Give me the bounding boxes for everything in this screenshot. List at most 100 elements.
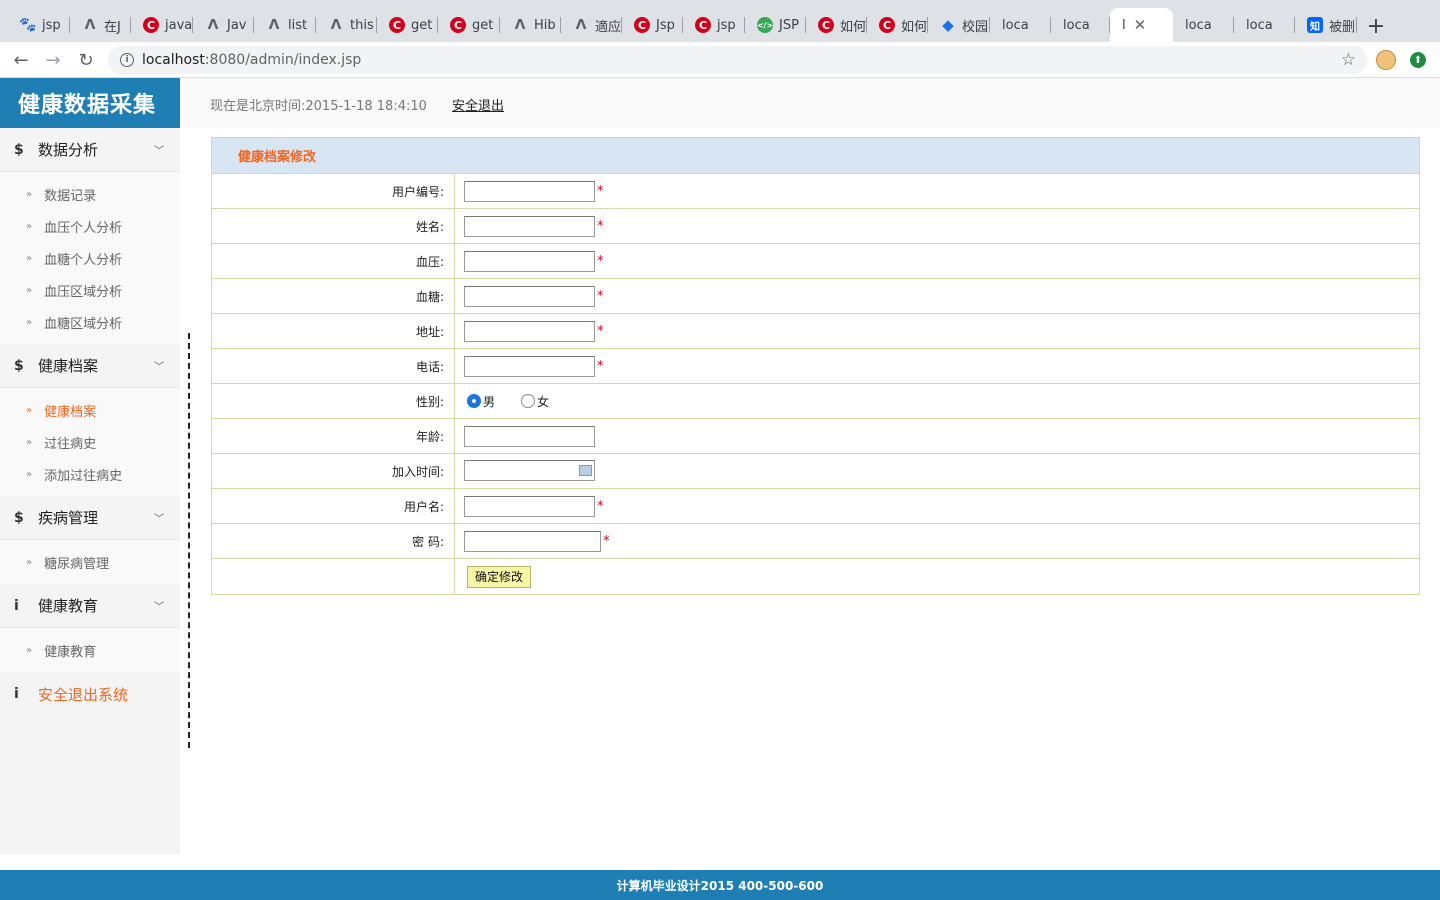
dollar-icon: $ <box>14 509 24 526</box>
chevron-down-icon[interactable]: ﹀ <box>154 142 164 157</box>
sidebar-exit-system[interactable]: i 安全退出系统 <box>0 672 180 716</box>
double-chevron-right-icon: » <box>26 404 33 416</box>
info-icon: i <box>14 597 19 614</box>
browser-tab-title: jsp <box>42 17 61 33</box>
username-input[interactable] <box>464 495 595 517</box>
double-chevron-right-icon: » <box>26 220 33 232</box>
sidebar-item-label: 添加过往病史 <box>44 468 123 484</box>
sidebar-item[interactable]: » 血糖个人分析 <box>0 242 180 274</box>
browser-tab[interactable]: ꓥ 在J <box>70 8 131 42</box>
browser-tab[interactable]: loca <box>1051 8 1110 42</box>
age-input[interactable] <box>464 425 595 447</box>
zhihu-icon: 知 <box>1307 17 1323 33</box>
sidebar-item[interactable]: » 健康档案 <box>0 394 180 426</box>
phone-input[interactable] <box>464 355 595 377</box>
required-mark: * <box>597 323 604 339</box>
sidebar-item[interactable]: » 过往病史 <box>0 426 180 458</box>
browser-tab-title: loca <box>1246 17 1273 33</box>
sidebar-group[interactable]: $ 数据分析 ﹀ <box>0 128 180 172</box>
dollar-icon: $ <box>14 141 24 158</box>
required-mark: * <box>597 288 604 304</box>
browser-tab[interactable]: loca <box>990 8 1051 42</box>
name-input[interactable] <box>464 215 595 237</box>
sidebar-item[interactable]: » 数据记录 <box>0 178 180 210</box>
forward-button[interactable]: → <box>41 48 65 72</box>
gender-radio-male[interactable]: 男 <box>467 393 495 410</box>
sidebar-item[interactable]: » 血压区域分析 <box>0 274 180 306</box>
browser-tab-title: 適应 <box>595 19 622 35</box>
browser-tab[interactable]: ꓥ Jav <box>193 8 254 42</box>
browser-tab[interactable]: Cget <box>377 8 438 42</box>
calendar-icon[interactable] <box>579 464 592 476</box>
browser-tab[interactable]: ꓥ this <box>316 8 377 42</box>
browser-tab-title: jsp <box>717 17 736 33</box>
sidebar-group[interactable]: i 健康教育 ﹀ <box>0 584 180 628</box>
browser-tab[interactable]: Cjsp <box>683 8 745 42</box>
browser-tab[interactable]: Cget <box>438 8 500 42</box>
browser-tab[interactable]: loca <box>1173 8 1234 42</box>
sidebar-item-label: 血压区域分析 <box>44 284 123 300</box>
name-label: 姓名: <box>212 209 455 243</box>
browser-tab-title: 在J <box>104 19 121 35</box>
browser-tab[interactable]: C 如何 <box>806 8 867 42</box>
sidebar-item[interactable]: » 血糖区域分析 <box>0 306 180 338</box>
double-chevron-right-icon: » <box>26 188 33 200</box>
sidebar-group-label: 健康教育 <box>38 597 99 615</box>
browser-tab[interactable]: 🐾 jsp <box>8 8 70 42</box>
feather-icon: ꓥ <box>207 17 219 33</box>
chevron-down-icon[interactable]: ﹀ <box>154 598 164 613</box>
browser-tab[interactable]: loca <box>1234 8 1295 42</box>
sidebar-group-label: 疾病管理 <box>38 509 99 527</box>
sidebar-group[interactable]: $ 疾病管理 ﹀ <box>0 496 180 540</box>
join-time-input[interactable] <box>464 459 595 481</box>
back-button[interactable]: ← <box>9 48 33 72</box>
bookmark-star-icon[interactable]: ☆ <box>1341 50 1356 70</box>
new-tab-button[interactable]: + <box>1362 12 1390 40</box>
sidebar-item-label: 数据记录 <box>44 188 97 204</box>
browser-tab-title: java <box>165 17 193 33</box>
browser-tab[interactable]: </> JSP <box>745 8 806 42</box>
browser-tab[interactable]: Cjava <box>131 8 193 42</box>
page: 健康数据采集 现在是北京时间:2015-1-18 18:4:10 安全退出 $ 数… <box>0 78 1440 900</box>
phone-label: 电话: <box>212 349 455 383</box>
browser-tab[interactable]: ꓥ list <box>254 8 316 42</box>
user-id-input[interactable] <box>464 180 595 202</box>
chevron-down-icon[interactable]: ﹀ <box>154 510 164 525</box>
browser-tab-title: 如何 <box>840 19 867 35</box>
sidebar-group[interactable]: $ 健康档案 ﹀ <box>0 344 180 388</box>
app-logo: 健康数据采集 <box>0 78 180 128</box>
address-bar[interactable]: i localhost:8080/admin/index.jsp ☆ <box>108 46 1368 74</box>
address-input[interactable] <box>464 320 595 342</box>
browser-tab[interactable]: ◆ 校园 <box>928 8 990 42</box>
extension-update-icon[interactable]: ⬆ <box>1410 52 1426 68</box>
close-tab-icon[interactable]: ✕ <box>1134 16 1147 34</box>
required-mark: * <box>597 498 604 514</box>
sidebar-item[interactable]: » 血压个人分析 <box>0 210 180 242</box>
browser-tab[interactable]: ꓥ Hib <box>500 8 561 42</box>
browser-tab-title: loca <box>1185 17 1212 33</box>
browser-tab[interactable]: C Jsp <box>622 8 683 42</box>
browser-tab[interactable]: 知被删 <box>1295 8 1357 42</box>
browser-tab[interactable]: l ✕ <box>1110 8 1173 42</box>
radio-checked-icon <box>467 394 481 408</box>
reload-button[interactable]: ↻ <box>74 48 98 72</box>
empty-label-cell <box>212 559 455 594</box>
password-input[interactable] <box>464 530 601 552</box>
sidebar-item[interactable]: » 糖尿病管理 <box>0 546 180 578</box>
site-info-icon[interactable]: i <box>120 53 134 67</box>
password-label: 密 码: <box>212 524 455 558</box>
logout-link[interactable]: 安全退出 <box>452 95 504 114</box>
browser-tab[interactable]: ꓥ 適应 <box>561 8 622 42</box>
profile-avatar[interactable] <box>1376 50 1396 70</box>
blood-sugar-input[interactable] <box>464 285 595 307</box>
gender-radio-female[interactable]: 女 <box>521 393 549 410</box>
chrome-icon: C <box>389 17 405 33</box>
submit-button[interactable]: 确定修改 <box>467 565 532 588</box>
browser-tab-title: get <box>472 17 494 33</box>
blood-sugar-label: 血糖: <box>212 279 455 313</box>
browser-tab[interactable]: C 如何 <box>867 8 928 42</box>
sidebar-item[interactable]: » 健康教育 <box>0 634 180 666</box>
sidebar-item[interactable]: » 添加过往病史 <box>0 458 180 490</box>
chevron-down-icon[interactable]: ﹀ <box>154 358 164 373</box>
blood-pressure-input[interactable] <box>464 250 595 272</box>
